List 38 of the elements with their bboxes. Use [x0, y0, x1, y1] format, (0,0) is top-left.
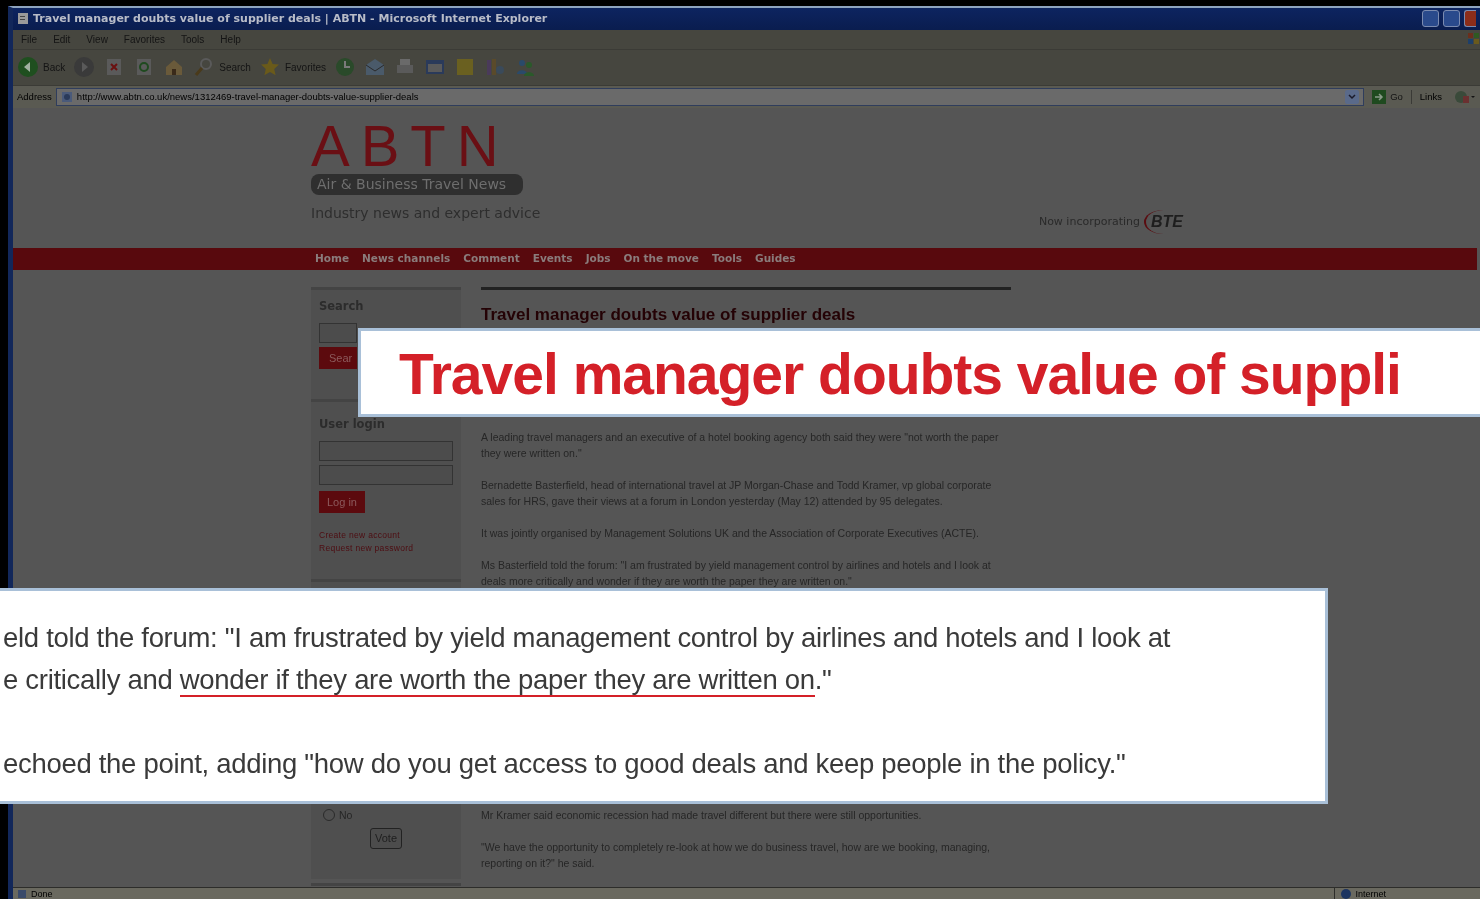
logo-subtitle: Air & Business Travel News [311, 173, 523, 195]
password-field[interactable] [319, 464, 453, 485]
zoomed-quote-line: echoed the point, adding "how do you get access to good deals and keep people in the policy." [3, 747, 1127, 781]
window-title: Travel manager doubts value of supplier deals | ABTN - Microsoft Internet Explorer [33, 10, 548, 27]
status-text: Done [31, 888, 53, 899]
nav-link[interactable]: Tools [711, 250, 742, 267]
page-icon [17, 12, 29, 26]
address-label: Address [17, 89, 52, 104]
zoomed-quote-line: e critically and wonder if they are worth the paper they are written on." [3, 663, 833, 699]
nav-link[interactable]: Guides [755, 250, 796, 267]
search-button[interactable]: Sear [319, 346, 357, 369]
account-link[interactable]: Request new password [319, 541, 414, 555]
page-icon [17, 888, 27, 899]
zoomed-quote-line: eld told the forum: "I am frustrated by yield management control by airlines and hotels and I look at [3, 621, 1172, 655]
search-field[interactable] [319, 322, 357, 343]
page-icon [60, 90, 73, 103]
minimize-button[interactable] [1422, 10, 1439, 28]
nav-link[interactable]: Jobs [585, 250, 611, 267]
restore-button[interactable] [1443, 10, 1460, 28]
go-button[interactable]: Go [1368, 89, 1407, 104]
site-logo[interactable]: ABTN [311, 121, 541, 170]
nav-link[interactable]: Events [532, 250, 573, 267]
history-icon[interactable] [334, 56, 357, 79]
nav-link[interactable]: Comment [463, 250, 520, 267]
nav-link[interactable]: News channels [362, 250, 451, 267]
nav-link[interactable]: Home [315, 250, 350, 267]
partner-logo[interactable]: BTE [1144, 209, 1183, 234]
login-button[interactable]: Log in [319, 490, 365, 513]
close-button[interactable] [1464, 10, 1476, 28]
article-title: Travel manager doubts value of supplier deals [481, 303, 857, 326]
zoomed-headline-line: Travel manager doubts value of suppli [399, 341, 1402, 408]
links-button[interactable]: Links [1410, 89, 1450, 104]
globe-icon [1341, 888, 1352, 899]
nav-link[interactable]: On the move [623, 250, 699, 267]
username-field[interactable] [319, 440, 453, 461]
globe-icon[interactable] [1454, 89, 1476, 104]
address-field[interactable]: http://www.abtn.co.uk/news/1312469-travel-manager-doubts-value-supplier-deals [55, 87, 1365, 106]
security-zone: Internet [1355, 888, 1386, 899]
